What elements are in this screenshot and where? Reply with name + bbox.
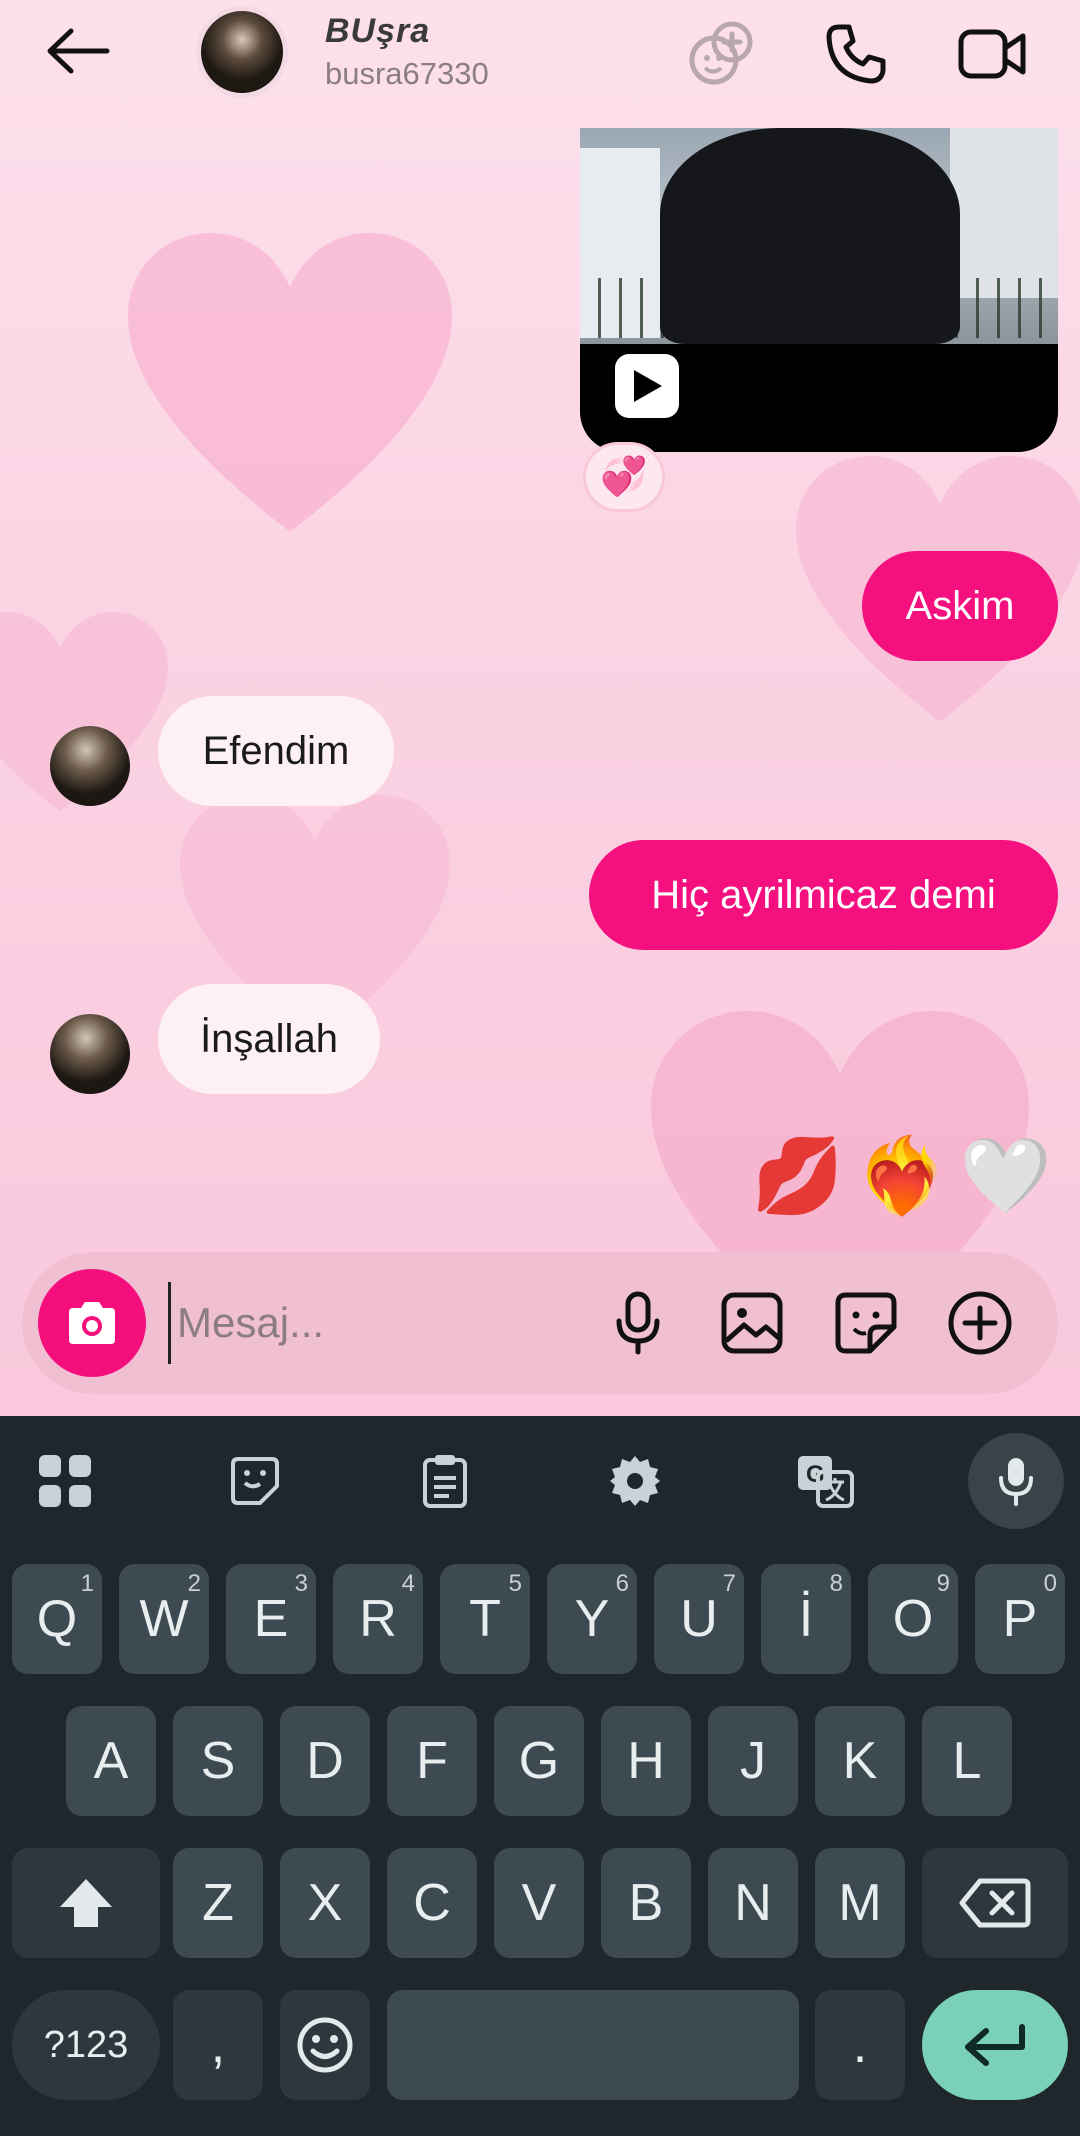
translate-icon: G <box>798 1456 854 1508</box>
key-t[interactable]: T5 <box>440 1564 530 1674</box>
video-thumbnail <box>580 128 1058 344</box>
keyboard-toolbar: G <box>0 1416 1080 1546</box>
keyboard-apps-button[interactable] <box>20 1436 110 1526</box>
key-x[interactable]: X <box>280 1848 370 1958</box>
keyboard-clipboard-button[interactable] <box>400 1436 490 1526</box>
key-z[interactable]: Z <box>173 1848 263 1958</box>
key-g[interactable]: G <box>494 1706 584 1816</box>
keyboard: G Q1 W2 E3 R4 T5 Y6 U7 İ8 O9 P0 A S D F … <box>0 1416 1080 2136</box>
message-composer <box>22 1252 1058 1394</box>
emoji-key[interactable] <box>280 1990 370 2100</box>
plus-circle-icon <box>948 1291 1012 1355</box>
white-heart-emoji: 🤍 <box>959 1133 1053 1217</box>
key-d[interactable]: D <box>280 1706 370 1816</box>
back-button[interactable] <box>40 20 116 82</box>
video-message[interactable] <box>580 128 1058 452</box>
key-m[interactable]: M <box>815 1848 905 1958</box>
effects-button[interactable] <box>678 12 762 96</box>
kiss-mark-emoji: 💋 <box>751 1133 845 1217</box>
message-bubble-received[interactable]: İnşallah <box>158 984 380 1094</box>
heart-background-icon <box>128 233 452 532</box>
clipboard-icon <box>423 1455 467 1508</box>
key-n[interactable]: N <box>708 1848 798 1958</box>
play-button[interactable] <box>615 354 679 418</box>
video-camera-icon <box>958 29 1026 79</box>
microphone-icon <box>616 1291 660 1355</box>
phone-icon <box>826 24 886 84</box>
more-options-button[interactable] <box>936 1279 1024 1367</box>
arrow-left-icon <box>47 28 110 74</box>
message-bubble-sent[interactable]: Hiç ayrilmicaz demi <box>589 840 1058 950</box>
key-r[interactable]: R4 <box>333 1564 423 1674</box>
svg-text:G: G <box>806 1461 825 1488</box>
microphone-icon <box>999 1458 1033 1506</box>
reaction-emoji: 💞 <box>600 456 648 498</box>
video-call-button[interactable] <box>950 12 1034 96</box>
voice-message-button[interactable] <box>594 1279 682 1367</box>
key-f[interactable]: F <box>387 1706 477 1816</box>
heart-on-fire-emoji: ❤️‍🔥 <box>855 1133 949 1217</box>
smiley-face-icon <box>297 2017 353 2073</box>
symbols-key[interactable]: ?123 <box>12 1990 160 2100</box>
play-icon <box>634 370 662 402</box>
contact-avatar-small[interactable] <box>50 1014 130 1094</box>
message-bubble-received[interactable]: Efendim <box>158 696 394 806</box>
period-key[interactable]: . <box>815 1990 905 2100</box>
key-j[interactable]: J <box>708 1706 798 1816</box>
image-icon <box>721 1292 783 1354</box>
backspace-key[interactable] <box>922 1848 1068 1958</box>
key-c[interactable]: C <box>387 1848 477 1958</box>
message-bubble-sent[interactable]: Askim <box>862 551 1058 661</box>
keyboard-translate-button[interactable]: G <box>780 1436 870 1526</box>
keyboard-sticker-button[interactable] <box>210 1436 300 1526</box>
key-b[interactable]: B <box>601 1848 691 1958</box>
key-y[interactable]: Y6 <box>547 1564 637 1674</box>
sticker-button[interactable] <box>822 1279 910 1367</box>
voice-call-button[interactable] <box>814 12 898 96</box>
face-effects-icon <box>689 21 753 85</box>
enter-key[interactable] <box>922 1990 1068 2100</box>
key-u[interactable]: U7 <box>654 1564 744 1674</box>
keyboard-settings-button[interactable] <box>590 1436 680 1526</box>
contact-avatar-small[interactable] <box>50 726 130 806</box>
key-k[interactable]: K <box>815 1706 905 1816</box>
key-l[interactable]: L <box>922 1706 1012 1816</box>
sticker-icon <box>835 1292 897 1354</box>
key-a[interactable]: A <box>66 1706 156 1816</box>
comma-key[interactable]: , <box>173 1990 263 2100</box>
contact-avatar[interactable] <box>196 6 288 98</box>
space-key[interactable] <box>387 1990 799 2100</box>
key-q[interactable]: Q1 <box>12 1564 102 1674</box>
key-s[interactable]: S <box>173 1706 263 1816</box>
chat-area: BUşra busra67330 � <box>0 0 1080 1416</box>
key-v[interactable]: V <box>494 1848 584 1958</box>
shift-key[interactable] <box>12 1848 160 1958</box>
shift-arrow-icon <box>60 1879 112 1927</box>
key-e[interactable]: E3 <box>226 1564 316 1674</box>
camera-button[interactable] <box>38 1269 146 1377</box>
message-reaction[interactable]: 💞 <box>583 442 665 512</box>
key-w[interactable]: W2 <box>119 1564 209 1674</box>
gear-icon <box>610 1456 660 1506</box>
camera-icon <box>69 1302 115 1344</box>
sticker-icon <box>231 1457 279 1505</box>
chat-header: BUşra busra67330 <box>0 0 1080 128</box>
enter-arrow-icon <box>965 2024 1025 2066</box>
key-h[interactable]: H <box>601 1706 691 1816</box>
backspace-icon <box>959 1878 1031 1928</box>
key-o[interactable]: O9 <box>868 1564 958 1674</box>
message-input[interactable] <box>168 1282 588 1364</box>
contact-name[interactable]: BUşra <box>325 12 430 51</box>
key-i-dotted[interactable]: İ8 <box>761 1564 851 1674</box>
emoji-message[interactable]: 💋 ❤️‍🔥 🤍 <box>750 1128 1054 1224</box>
contact-handle[interactable]: busra67330 <box>325 56 489 92</box>
apps-grid-icon <box>39 1455 91 1507</box>
gallery-button[interactable] <box>708 1279 796 1367</box>
key-p[interactable]: P0 <box>975 1564 1065 1674</box>
voice-input-button[interactable] <box>968 1433 1064 1529</box>
